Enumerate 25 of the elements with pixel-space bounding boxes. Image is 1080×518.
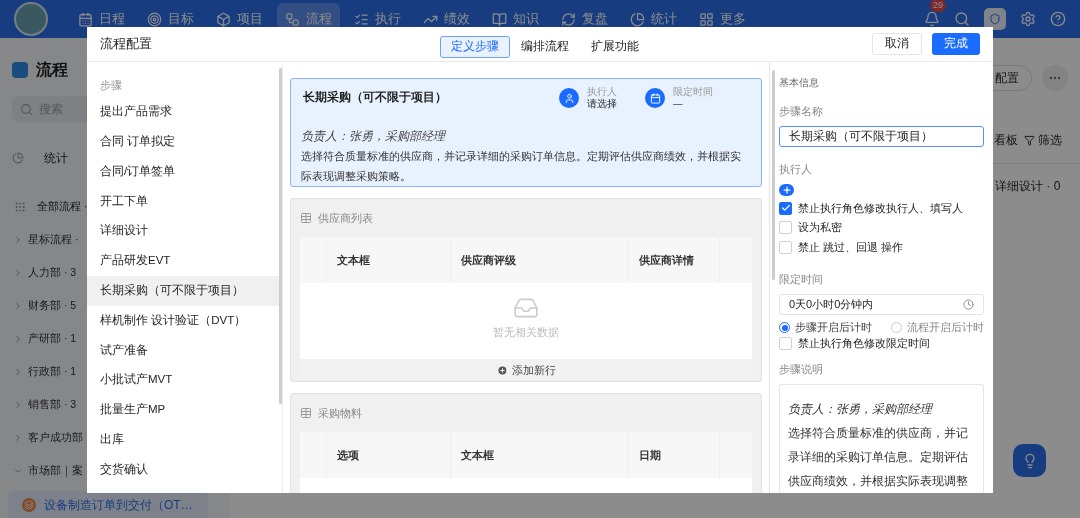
empty-text: 暂无相关数据 <box>493 325 559 340</box>
section-title: 基本信息 <box>779 76 820 90</box>
owner-line: 负责人：张勇，采购部经理 <box>301 128 447 145</box>
time-value: — <box>673 98 684 110</box>
dialog-title: 流程配置 <box>100 35 152 54</box>
field-label: 步骤说明 <box>779 362 824 378</box>
sidebar-title: 流程 <box>36 60 68 80</box>
field-label: 执行人 <box>587 86 617 98</box>
option-label: 禁止执行角色修改执行人、填写人 <box>798 200 963 216</box>
table-title: 供应商列表 <box>318 210 373 226</box>
step-title: 长期采购（可不限于项目） <box>303 89 447 106</box>
option-label: 禁止 跳过、回退 操作 <box>798 239 903 255</box>
step-description: 选择符合质量标准的供应商，并记录详细的采购订单信息。定期评估供应商绩效，并根据实际表现调整采购策略。 <box>301 149 742 184</box>
field-label: 限定时间 <box>673 86 713 98</box>
column-header: 详细设计 · 0 <box>995 178 1062 195</box>
radio-label: 流程开启后计时 <box>907 320 984 335</box>
radio-label: 步骤开启后计时 <box>795 320 872 335</box>
field-label: 执行人 <box>779 162 813 178</box>
option-label: 设为私密 <box>798 220 842 236</box>
notification-badge: 29 <box>930 0 946 12</box>
option-label: 禁止执行角色修改限定时间 <box>798 335 930 351</box>
table-title: 采购物料 <box>318 405 362 421</box>
field-label: 步骤名称 <box>779 104 824 120</box>
section-label: 步骤 <box>99 78 123 93</box>
field-label: 限定时间 <box>779 272 824 288</box>
